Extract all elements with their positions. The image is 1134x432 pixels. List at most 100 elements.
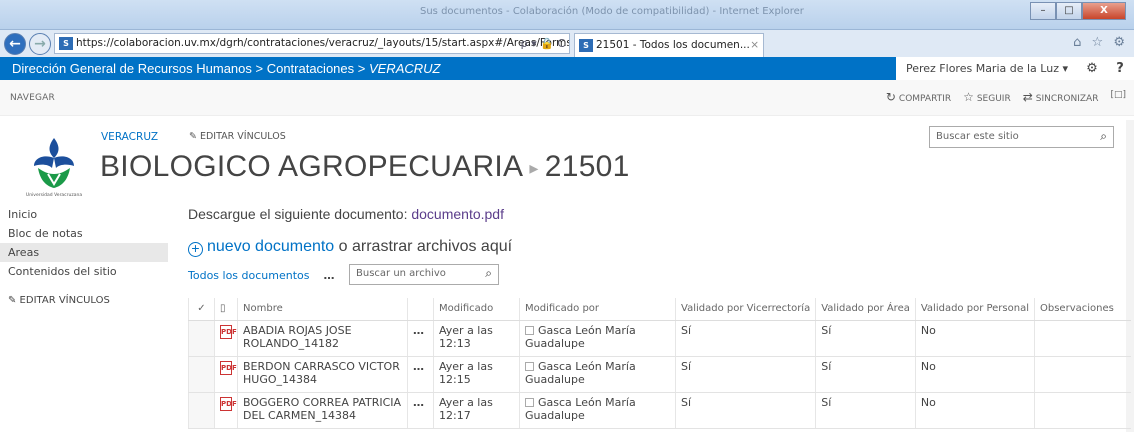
presence-icon <box>525 325 534 335</box>
table-row[interactable]: PDF ABADIA ROJAS JOSE ROLANDO_14182 … Aye… <box>188 320 1131 357</box>
modified-cell: Ayer a las 12:15 <box>433 356 520 393</box>
name-cell[interactable]: BOGGERO CORREA PATRICIA DEL CARMEN_14384 <box>237 392 408 429</box>
follow-label: SEGUIR <box>976 94 1011 104</box>
row-select[interactable] <box>188 392 215 429</box>
file-search-icon[interactable]: ⌕ <box>485 266 492 281</box>
browser-tab[interactable]: S 21501 - Todos los documen... × <box>574 33 764 57</box>
file-name-line-2[interactable]: DEL CARMEN_14384 <box>243 409 356 422</box>
follow-button[interactable]: ☆ SEGUIR <box>963 90 1011 104</box>
item-menu-icon[interactable]: … <box>413 360 425 373</box>
file-search-placeholder: Buscar un archivo <box>356 268 446 279</box>
name-cell[interactable]: ABADIA ROJAS JOSE ROLANDO_14182 <box>237 320 408 357</box>
search-icon[interactable]: ⌕ <box>1100 129 1107 144</box>
focus-content-icon[interactable]: [□] <box>1110 90 1126 104</box>
modified-cell: Ayer a las 12:17 <box>433 392 520 429</box>
nav-item-bloc-de-notas[interactable]: Bloc de notas <box>0 224 168 243</box>
view-all-documents[interactable]: Todos los documentos <box>188 269 310 282</box>
modified-by-name[interactable]: Gasca León María Guadalupe <box>525 324 636 350</box>
modified-by-cell: Gasca León María Guadalupe <box>519 320 676 357</box>
gear-icon[interactable]: ⚙ <box>1078 57 1106 80</box>
user-menu[interactable]: Perez Flores Maria de la Luz ▾ <box>895 57 1078 80</box>
nav-item-areas[interactable]: Areas <box>0 243 168 262</box>
nav-item-inicio[interactable]: Inicio <box>0 205 168 224</box>
menu-column-header <box>407 298 434 321</box>
navegar-tab[interactable]: NAVEGAR <box>10 93 55 103</box>
file-name-line-2[interactable]: HUGO_14384 <box>243 373 317 386</box>
nav-item-contenidos[interactable]: Contenidos del sitio <box>0 262 168 281</box>
observaciones-column-header[interactable]: Observaciones <box>1034 298 1131 321</box>
breadcrumb-path[interactable]: Dirección General de Recursos Humanos > … <box>12 61 369 76</box>
file-name-line-1[interactable]: BOGGERO CORREA PATRICIA <box>243 396 401 409</box>
uv-logo[interactable]: Universidad Veracruzana <box>22 136 86 198</box>
vicerrectoria-cell: Sí <box>674 356 816 393</box>
tab-favicon-icon: S <box>579 38 593 52</box>
sync-button[interactable]: ⇄ SINCRONIZAR <box>1023 90 1099 104</box>
breadcrumb-current[interactable]: VERACRUZ <box>369 61 441 76</box>
item-menu-cell[interactable]: … <box>407 356 434 393</box>
share-icon: ↻ <box>885 90 896 104</box>
home-favorites-settings-icons[interactable]: ⌂ ☆ ⚙ <box>1073 35 1128 50</box>
modified-by-name[interactable]: Gasca León María Guadalupe <box>525 396 636 422</box>
modified-by-cell: Gasca León María Guadalupe <box>519 356 676 393</box>
help-icon[interactable]: ? <box>1106 57 1134 80</box>
site-title[interactable]: BIOLOGICO AGROPECUARIA <box>100 150 523 183</box>
area-cell: Sí <box>815 392 916 429</box>
tab-close-icon[interactable]: × <box>750 34 759 56</box>
ribbon-row: NAVEGAR ↻ COMPARTIR ☆ SEGUIR ⇄ SINCRONIZAR … <box>0 80 1134 116</box>
download-link[interactable]: documento.pdf <box>411 206 504 222</box>
personal-column-header[interactable]: Validado por Personal <box>914 298 1035 321</box>
back-button[interactable]: ← <box>4 33 26 55</box>
url-field[interactable]: Shttps://colaboracion.uv.mx/dgrh/contrat… <box>54 33 570 54</box>
url-text: https://colaboracion.uv.mx/dgrh/contrata… <box>76 37 570 49</box>
observaciones-cell <box>1034 320 1131 357</box>
name-column-header[interactable]: Nombre <box>237 298 408 321</box>
table-row[interactable]: PDF BOGGERO CORREA PATRICIA DEL CARMEN_14… <box>188 392 1131 429</box>
url-tools-icons[interactable]: ρ ▾ 🔒 C <box>521 34 565 53</box>
modified-cell: Ayer a las 12:13 <box>433 320 520 357</box>
table-row[interactable]: PDF BERDON CARRASCO VICTOR HUGO_14384 … A… <box>188 356 1131 393</box>
site-search-input[interactable]: Buscar este sitio ⌕ <box>929 126 1114 148</box>
file-type-cell: PDF <box>214 320 238 357</box>
file-name-line-2[interactable]: ROLANDO_14182 <box>243 337 339 350</box>
forward-button[interactable]: → <box>29 33 51 55</box>
select-all-checkbox[interactable]: ✓ <box>188 298 215 321</box>
maximize-button[interactable]: □ <box>1056 2 1082 20</box>
site-favicon-icon: S <box>59 36 73 50</box>
edit-links-top[interactable]: ✎ EDITAR VÍNCULOS <box>189 131 286 142</box>
file-type-cell: PDF <box>214 392 238 429</box>
presence-icon <box>525 397 534 407</box>
modified-by-column-header[interactable]: Modificado por <box>519 298 676 321</box>
close-window-button[interactable]: X <box>1082 2 1126 20</box>
plus-icon[interactable]: + <box>188 241 203 257</box>
view-menu-icon[interactable]: … <box>324 269 336 282</box>
modified-by-name[interactable]: Gasca León María Guadalupe <box>525 360 636 386</box>
share-button[interactable]: ↻ COMPARTIR <box>886 90 951 104</box>
row-select[interactable] <box>188 320 215 357</box>
row-select[interactable] <box>188 356 215 393</box>
edit-links-left[interactable]: ✎ EDITAR VÍNCULOS <box>0 295 168 306</box>
site-search-placeholder: Buscar este sitio <box>936 131 1019 142</box>
minimize-button[interactable]: – <box>1030 2 1056 20</box>
personal-cell: No <box>914 320 1035 357</box>
item-menu-icon[interactable]: … <box>413 324 425 337</box>
pdf-icon: PDF <box>220 396 237 411</box>
suite-bar-right: Perez Flores Maria de la Luz ▾ ⚙ ? <box>895 57 1134 80</box>
item-menu-cell[interactable]: … <box>407 320 434 357</box>
list-title[interactable]: 21501 <box>545 150 630 183</box>
sync-label: SINCRONIZAR <box>1035 94 1099 104</box>
item-menu-icon[interactable]: … <box>413 396 425 409</box>
name-cell[interactable]: BERDON CARRASCO VICTOR HUGO_14384 <box>237 356 408 393</box>
file-search-input[interactable]: Buscar un archivo ⌕ <box>349 264 499 285</box>
parent-site-link[interactable]: VERACRUZ <box>101 131 158 143</box>
file-name-line-1[interactable]: BERDON CARRASCO VICTOR <box>243 360 400 373</box>
type-column-header[interactable]: ▯ <box>214 298 238 321</box>
pdf-icon: PDF <box>220 360 237 375</box>
area-column-header[interactable]: Validado por Área <box>815 298 916 321</box>
new-document-link[interactable]: nuevo documento <box>207 238 334 255</box>
new-document-bar: + nuevo documento o arrastrar archivos aq… <box>188 238 512 257</box>
uv-logo-icon: Universidad Veracruzana <box>26 138 82 198</box>
vicerrectoria-column-header[interactable]: Validado por Vicerrectoría <box>674 298 816 321</box>
modified-column-header[interactable]: Modificado <box>433 298 520 321</box>
file-name-line-1[interactable]: ABADIA ROJAS JOSE <box>243 324 352 337</box>
item-menu-cell[interactable]: … <box>407 392 434 429</box>
